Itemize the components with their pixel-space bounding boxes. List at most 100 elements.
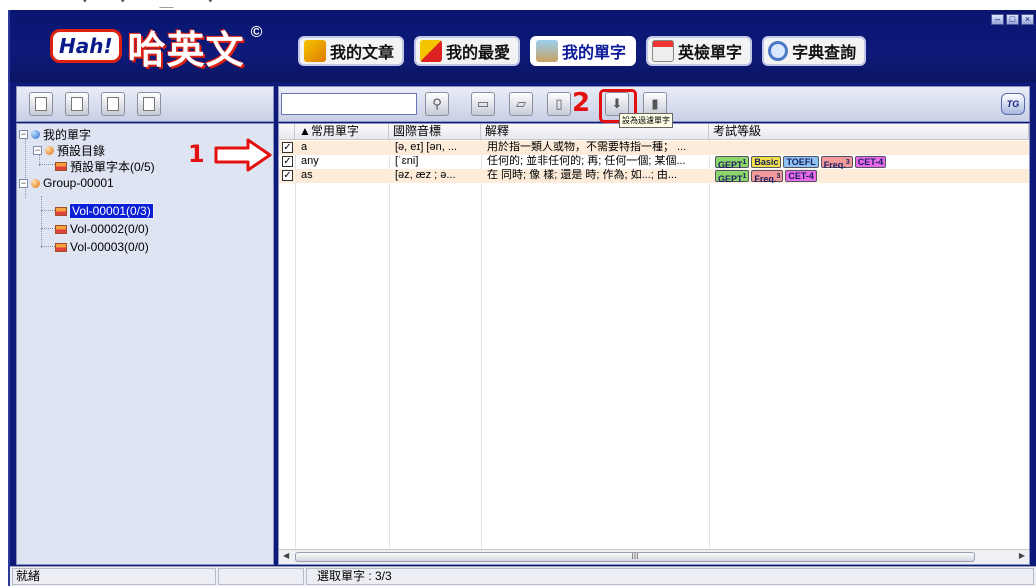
new-folder-button[interactable] [65,92,89,116]
tab-label: 我的文章 [330,43,395,62]
word-cell: as [301,169,313,181]
tree-node-group[interactable]: − Group-00001 [19,175,114,191]
levels-cell: GEPT1 Basic TOEFL Freq.3 CET-4 [711,155,1029,169]
status-selected-count: 選取單字 : 3/3 [306,568,1034,585]
trash-icon: ▯ [555,96,563,111]
open-book-icon: ▭ [476,96,490,111]
minimize-button[interactable]: – [991,14,1004,25]
maximize-button[interactable]: □ [1006,14,1019,25]
tree-toolbar [16,86,274,122]
new-book-icon [35,97,47,111]
tab-label: 字典查詢 [792,43,857,62]
scrollbar-thumb[interactable]: III [295,552,975,562]
collapse-toggle[interactable]: − [19,178,28,188]
callout-marker-2: 2 [572,88,591,118]
collapse-toggle[interactable]: − [19,129,28,139]
window-controls: – □ × [991,14,1034,25]
row-checkbox[interactable]: ✓ [282,156,293,167]
word-book-tree: − 我的單字 − 預設目錄 預設單字本(0/5) − Group-00001 V… [16,123,274,565]
app-window: Hah! 哈英文 © 我的文章 我的最愛 我的單字 英檢單字 字典查詢 – □ … [8,10,1036,586]
horizontal-scrollbar[interactable]: ◀ III ▶ [279,549,1029,564]
column-header-word[interactable]: ▲常用單字 [295,124,389,140]
tab-gept-words[interactable]: 英檢單字 [646,36,753,66]
word-list-grid: ▲常用單字 國際音標 解釋 考試等級 ✓ a [ə, eɪ] [ən, ... … [278,123,1030,565]
ipa-cell: [əz, æz ; ə... [395,169,456,181]
tab-dictionary[interactable]: 字典查詢 [762,36,867,66]
tree-label: Vol-00001(0/3) [69,203,154,219]
tree-node-default-book[interactable]: 預設單字本(0/5) [55,158,155,174]
tree-node-root[interactable]: − 我的單字 [19,126,91,142]
close-button[interactable]: × [1021,14,1034,25]
open-book-button[interactable]: ▭ [471,92,495,116]
column-divider [389,140,390,564]
abc-notebook-icon [304,40,326,62]
export-icon: ▮ [651,96,659,111]
column-header-levels[interactable]: 考試等級 [709,124,1029,140]
search-icon: ⚲ [432,96,442,111]
favorite-flag-icon [420,40,443,62]
column-header-ipa[interactable]: 國際音標 [389,124,481,140]
table-row[interactable]: ✓ any [ˈɛni] 任何的; 並非任何的; 再; 任何一個; 某個... … [279,155,1029,169]
definition-cell: 任何的; 並非任何的; 再; 任何一個; 某個... [487,155,686,167]
tree-node-volume[interactable]: Vol-00003(0/0) [55,239,149,255]
tab-label: 我的最愛 [446,43,511,62]
tree-label: 預設單字本(0/5) [70,159,155,174]
callout-arrow-icon [214,138,272,172]
tree-label: 我的單字 [43,127,92,142]
search-button[interactable]: ⚲ [425,92,449,116]
logo-text: 哈英文 [127,27,245,72]
row-checkbox[interactable]: ✓ [282,170,293,181]
collapse-toggle[interactable]: − [33,145,42,155]
status-spacer [218,568,304,585]
scroll-left-icon[interactable]: ◀ [283,551,289,560]
tree-node-volume[interactable]: Vol-00002(0/0) [55,221,149,237]
close-book-button[interactable]: ▱ [509,92,533,116]
levels-cell: GEPT1 Freq.3 CET-4 [711,169,1029,183]
row-checkbox[interactable]: ✓ [282,142,293,153]
tooltip: 設為過濾單字 [619,113,673,128]
book-icon [55,224,67,234]
edit-book-button[interactable] [101,92,125,116]
book-icon [55,242,67,252]
ipa-cell: [ə, eɪ] [ən, ... [395,141,458,153]
exam-level-badge: CET-4 [785,170,817,182]
column-header-check[interactable] [279,124,295,140]
column-divider [295,140,296,564]
scroll-right-icon[interactable]: ▶ [1019,551,1025,560]
folder-dot-icon [31,178,40,188]
table-row[interactable]: ✓ a [ə, eɪ] [ən, ... 用於指一類人或物，不需要特指一種； .… [279,141,1029,155]
title-strip: ・ ・ ＿ ・ [0,0,1036,10]
folder-dot-icon [45,145,54,155]
tab-my-favorites[interactable]: 我的最愛 [414,36,521,66]
new-book-button[interactable] [29,92,53,116]
tree-label: Group-00001 [43,176,114,190]
exam-level-badge: Basic [751,156,782,168]
rename-icon [143,97,155,111]
word-toolbar: ⚲ ▭ ▱ ▯ ⬇ ▮ 2 設為過濾單字 TG [278,86,1030,128]
table-row[interactable]: ✓ as [əz, æz ; ə... 在 同時; 像 樣; 還是 時; 作為;… [279,169,1029,183]
tree-node-default-dir[interactable]: − 預設目錄 [33,142,105,158]
column-divider [709,140,710,564]
book-icon [55,161,67,171]
callout-marker-1: 1 [188,140,205,168]
globe-icon [31,129,40,139]
book-icon: ▱ [516,96,526,111]
column-header-definition[interactable]: 解釋 [481,124,709,140]
tab-label: 我的單字 [562,43,627,62]
logo-badge: Hah! [50,29,122,63]
tab-my-articles[interactable]: 我的文章 [298,36,405,66]
edit-book-icon [107,97,119,111]
delete-word-button[interactable]: ▯ [547,92,571,116]
word-cell: a [301,141,308,153]
status-bar: 就緒 選取單字 : 3/3 [10,566,1036,586]
tg-button[interactable]: TG [1001,93,1025,115]
rename-book-button[interactable] [137,92,161,116]
word-box-icon [536,40,559,62]
tree-node-volume[interactable]: Vol-00001(0/3) [55,203,154,219]
word-search-input[interactable] [281,93,417,115]
tree-label: 預設目錄 [57,143,106,158]
magnifier-icon [768,41,789,61]
definition-cell: 在 同時; 像 樣; 還是 時; 作為; 如...; 由... [487,169,678,181]
tab-my-words[interactable]: 我的單字 [530,36,637,66]
calendar-icon [652,40,675,62]
